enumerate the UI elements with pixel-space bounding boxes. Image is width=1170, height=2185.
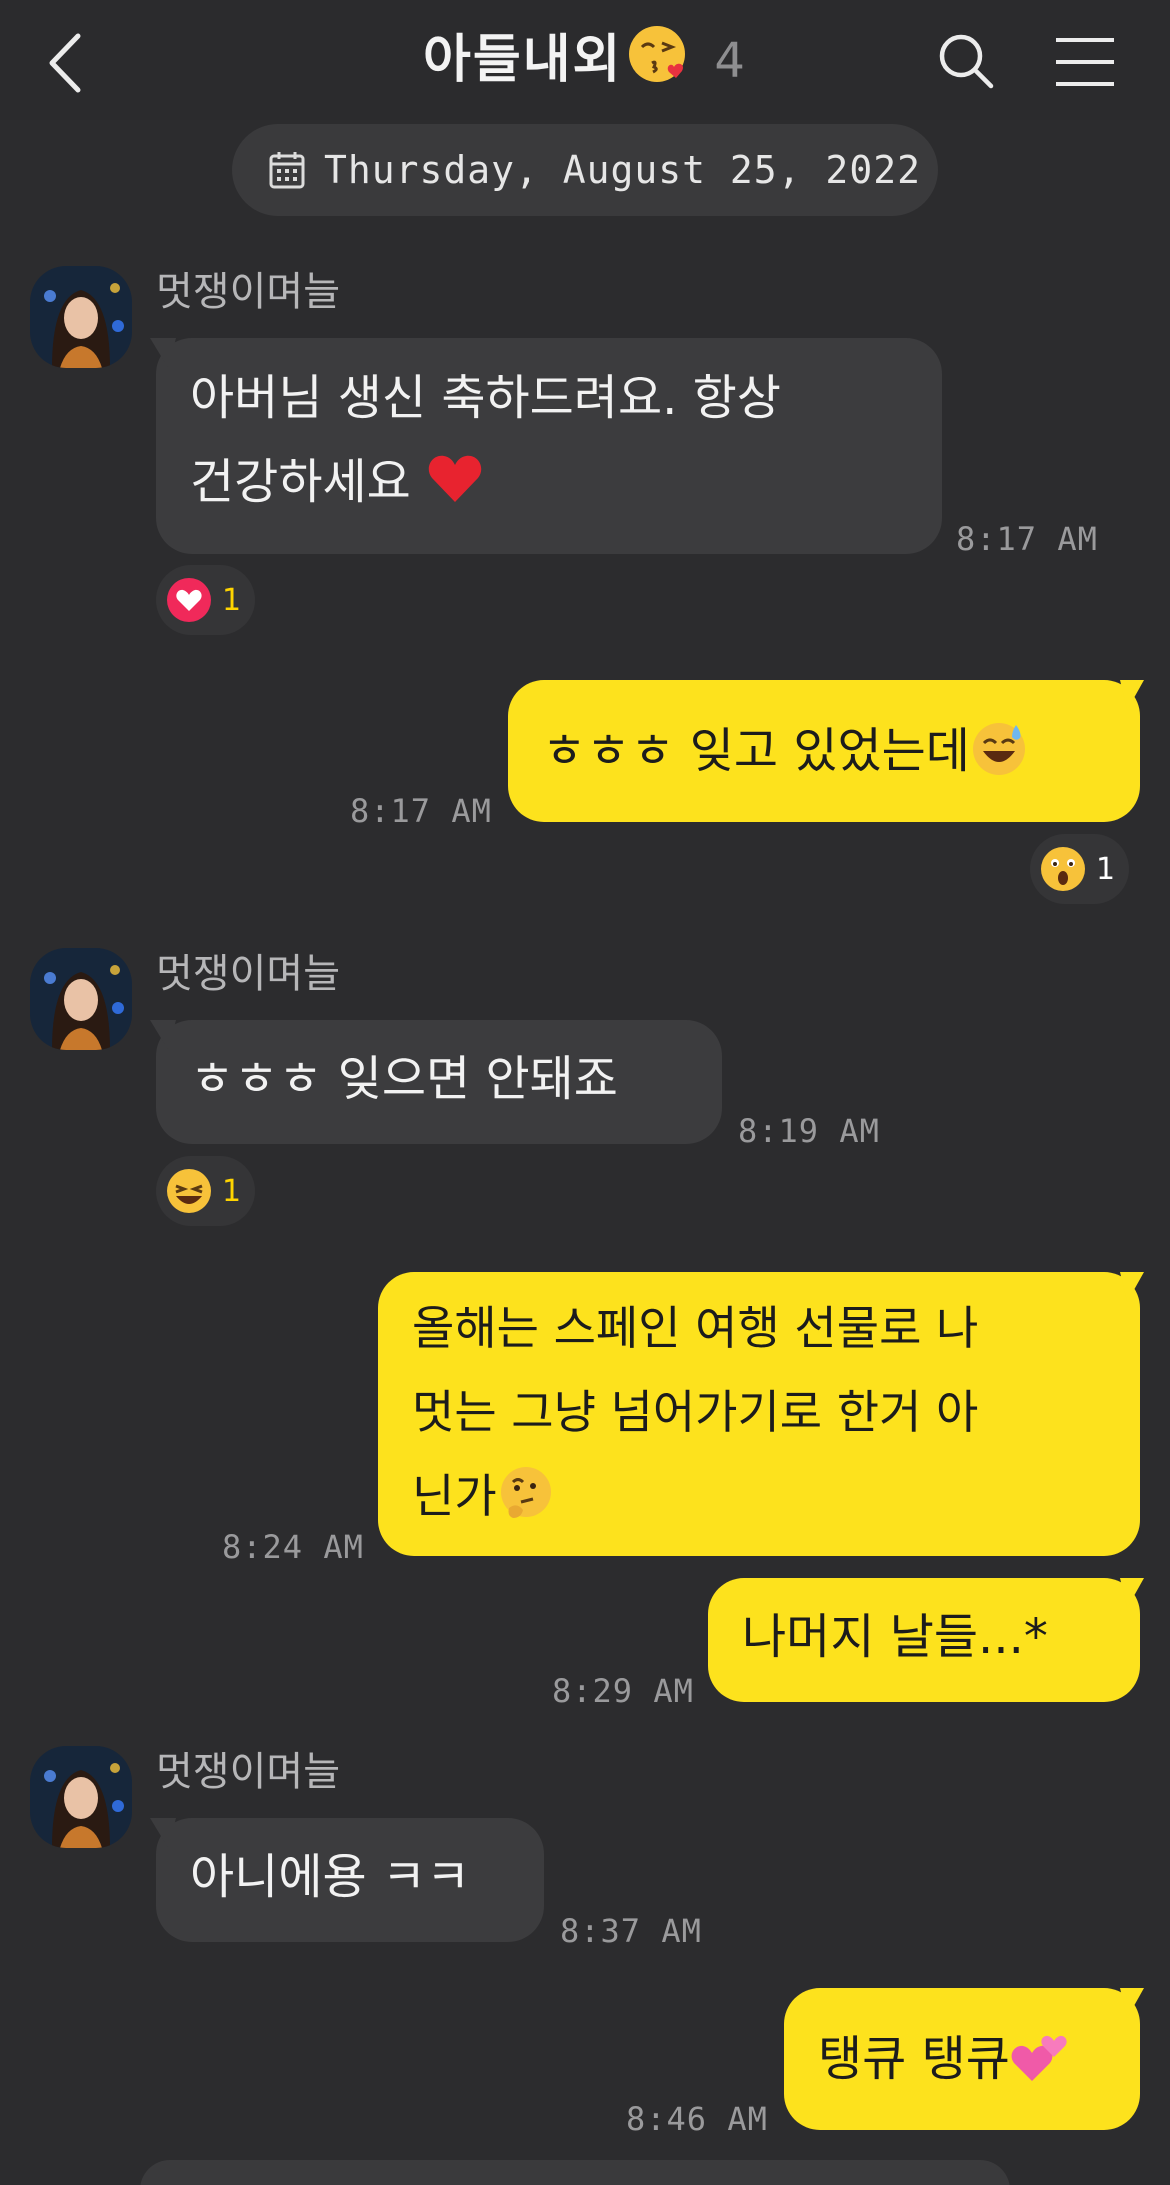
message-time: 8:46 AM (626, 2100, 768, 2138)
message-text: 닌가 (412, 1469, 497, 1523)
reaction-count: 1 (222, 1173, 242, 1209)
avatar[interactable] (30, 266, 132, 368)
message-time: 8:17 AM (350, 792, 492, 830)
message-text: ㅎㅎㅎ 잊고 있었는데 (542, 723, 970, 779)
message-text: 멋는 그냥 넘어가기로 한거 아 (412, 1385, 979, 1439)
message-text: 나머지 날들...* (742, 1609, 1048, 1665)
two-hearts-emoji-icon (1011, 2035, 1067, 2081)
message-bubble[interactable]: ㅎㅎㅎ 잊고 있었는데 (508, 680, 1140, 822)
message-time: 8:17 AM (956, 520, 1098, 558)
search-icon (939, 34, 994, 89)
sender-name: 멋쟁이며늘 (156, 1749, 340, 1795)
avatar[interactable] (30, 948, 132, 1050)
sender-name: 멋쟁이며늘 (156, 269, 340, 315)
heart-reaction-icon (167, 578, 211, 622)
reaction-badge[interactable]: 1 (1030, 834, 1130, 904)
menu-button[interactable] (1052, 32, 1120, 92)
message-text: 탱큐 탱큐 (818, 2031, 1010, 2087)
profile-photo (30, 1746, 132, 1848)
message-time: 8:24 AM (222, 1528, 364, 1566)
message-bubble[interactable]: 나머지 날들...* (708, 1578, 1140, 1702)
message-bubble[interactable]: 아니에용 ㅋㅋ (156, 1818, 544, 1942)
sender-name: 멋쟁이며늘 (156, 951, 340, 997)
profile-photo (30, 948, 132, 1050)
member-count: 4 (714, 33, 747, 89)
message-text: 건강하세요 (190, 454, 411, 510)
message-time: 8:29 AM (552, 1672, 694, 1710)
thinking-face-emoji-icon (500, 1467, 551, 1518)
date-separator: Thursday, August 25, 2022 (232, 124, 938, 216)
message-bubble[interactable]: 탱큐 탱큐 (784, 1988, 1140, 2130)
message-bubble[interactable]: 아버님 생신 축하드려요. 항상 건강하세요 (156, 338, 942, 554)
message-text: 아버님 생신 축하드려요. 항상 (190, 370, 781, 426)
search-button[interactable] (935, 28, 997, 94)
message-bubble[interactable]: 올해는 스페인 여행 선물로 나 멋는 그냥 넘어가기로 한거 아 닌가 (378, 1272, 1140, 1556)
hamburger-menu-icon (1056, 38, 1114, 86)
date-text: Thursday, August 25, 2022 (324, 148, 921, 192)
message-text: 아니에용 ㅋㅋ (190, 1849, 471, 1905)
reaction-badge[interactable]: 1 (156, 1156, 256, 1226)
profile-photo (30, 266, 132, 368)
message-text: 올해는 스페인 여행 선물로 나 (412, 1301, 979, 1355)
surprised-reaction-icon (1041, 847, 1085, 891)
message-text: ㅎㅎㅎ 잊으면 안돼죠 (190, 1051, 618, 1107)
message-bubble[interactable]: ㅎㅎㅎ 잊으면 안돼죠 (156, 1020, 722, 1144)
reaction-badge[interactable]: 1 (156, 565, 256, 635)
avatar[interactable] (30, 1746, 132, 1848)
kissing-heart-emoji-icon (629, 26, 686, 82)
message-input-bar[interactable] (140, 2160, 1010, 2185)
message-time: 8:19 AM (738, 1112, 880, 1150)
laughing-reaction-icon (167, 1169, 211, 1213)
chat-title-text: 아들내외 (423, 30, 623, 90)
grinning-sweat-emoji-icon (972, 723, 1025, 775)
reaction-count: 1 (1096, 851, 1116, 887)
calendar-icon (269, 152, 305, 189)
reaction-count: 1 (222, 582, 242, 618)
message-time: 8:37 AM (560, 1912, 702, 1950)
red-heart-emoji-icon (428, 455, 482, 502)
